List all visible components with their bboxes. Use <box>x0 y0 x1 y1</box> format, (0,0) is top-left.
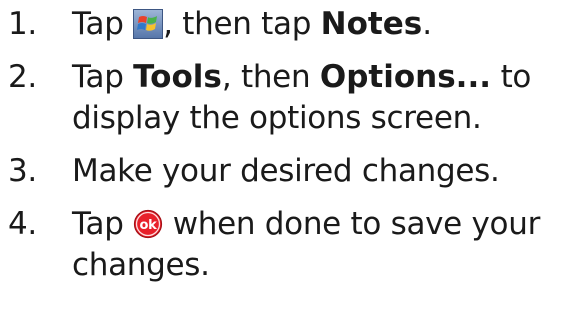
step-2: 2. Tap Tools, then Options... to display… <box>8 57 568 139</box>
step-1: 1. Tap , then tap Notes. <box>8 4 568 45</box>
options-label: Options... <box>319 59 491 95</box>
step-text: Tap <box>72 59 124 95</box>
tools-label: Tools <box>133 59 222 95</box>
step-text: , then tap <box>163 6 312 42</box>
svg-text:ok: ok <box>140 218 158 233</box>
step-text: Make your desired changes. <box>72 153 500 189</box>
ok-button-icon: ok <box>133 209 163 239</box>
step-number: 3. <box>8 153 37 189</box>
step-number: 2. <box>8 59 37 95</box>
notes-label: Notes <box>320 6 423 42</box>
instruction-steps: 1. Tap , then tap Notes. 2. Tap Tools, t… <box>8 4 568 298</box>
step-number: 1. <box>8 6 37 42</box>
windows-start-icon <box>133 9 164 39</box>
step-4: 4. Tap ok when done to save your changes… <box>8 204 568 286</box>
step-3: 3. Make your desired changes. <box>8 151 568 192</box>
step-text: . <box>422 6 432 42</box>
step-text: Tap <box>72 6 124 42</box>
step-text: Tap <box>72 206 124 242</box>
step-number: 4. <box>8 206 37 242</box>
step-text: , then <box>221 59 311 95</box>
